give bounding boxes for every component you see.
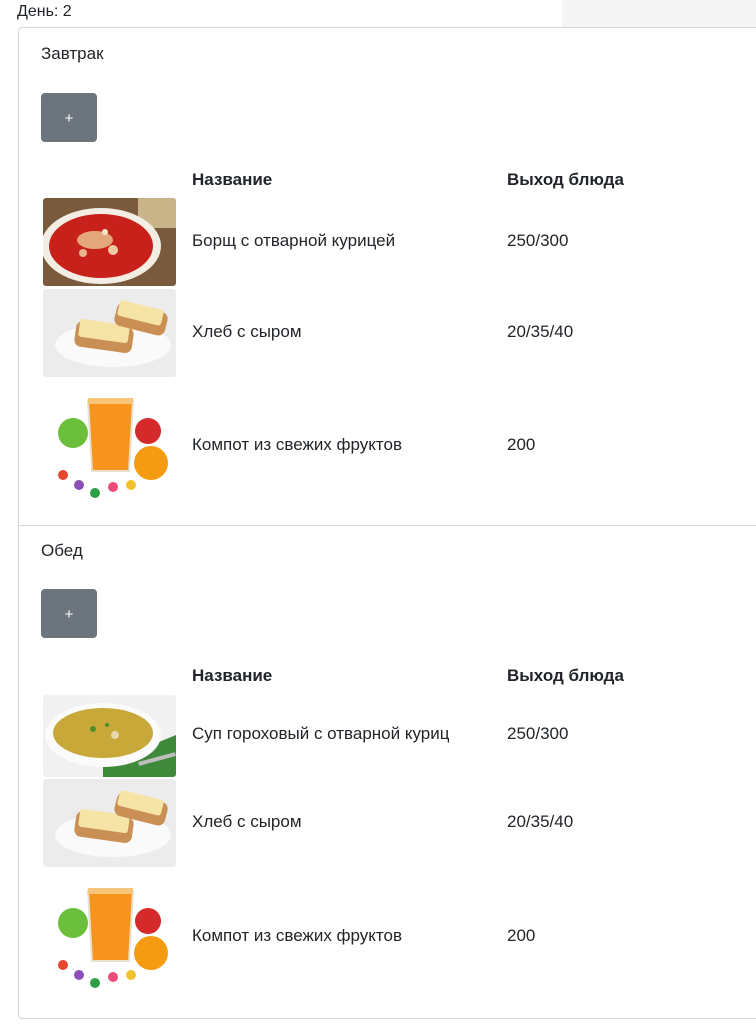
dish-yield: 200 (507, 435, 536, 454)
bread-cheese-image (43, 289, 176, 377)
meal-breakfast: Завтрак + Название Выход блюда Борщ с от… (19, 28, 756, 525)
dish-name: Компот из свежих фруктов (192, 435, 403, 454)
column-header-yield: Выход блюда (507, 170, 624, 189)
pea-soup-image (43, 695, 176, 777)
dish-yield: 20/35/40 (507, 812, 574, 831)
dish-yield: 250/300 (507, 724, 569, 743)
dish-name: Суп гороховый с отварной курицей (192, 724, 449, 743)
fruit-compote-image (43, 393, 176, 505)
dish-name: Хлеб с сыром (192, 812, 302, 831)
dish-yield: 20/35/40 (507, 322, 574, 341)
meal-title: Завтрак (41, 44, 104, 63)
meal-lunch: Обед + Название Выход блюда Суп гороховы… (19, 525, 756, 1015)
dish-yield: 200 (507, 926, 536, 945)
meal-title: Обед (41, 541, 83, 560)
dish-name: Хлеб с сыром (192, 322, 302, 341)
borscht-image (43, 198, 176, 286)
add-dish-button[interactable]: + (41, 589, 97, 638)
dish-yield: 250/300 (507, 231, 569, 250)
dish-name: Компот из свежих фруктов (192, 926, 403, 945)
column-header-name: Название (192, 170, 273, 189)
add-dish-button[interactable]: + (41, 93, 97, 142)
menu-card: Завтрак + Название Выход блюда Борщ с от… (18, 27, 756, 1019)
bread-cheese-image (43, 779, 176, 867)
dish-name: Борщ с отварной курицей (192, 231, 396, 250)
column-header-name: Название (192, 666, 273, 685)
column-header-yield: Выход блюда (507, 666, 624, 685)
fruit-compote-image (43, 883, 176, 995)
day-title: День: 2 (17, 3, 72, 20)
